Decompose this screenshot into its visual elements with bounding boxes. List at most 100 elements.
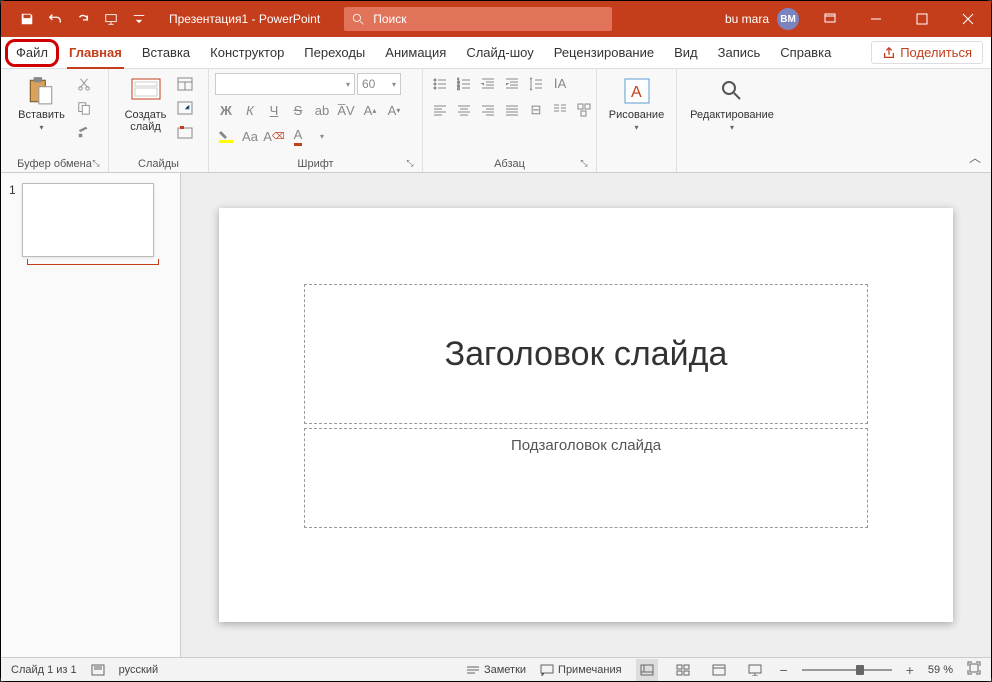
tab-file[interactable]: Файл <box>5 39 59 67</box>
window-title: Презентация1 - PowerPoint <box>169 12 320 26</box>
tab-slideshow[interactable]: Слайд-шоу <box>456 37 543 69</box>
paste-icon <box>25 75 57 107</box>
new-slide-button[interactable]: Создать слайд <box>121 73 171 135</box>
group-font: ▾ 60▾ Ж К Ч S ab A̅V A▴ A▾ Aa A⌫ A ▾ Шри… <box>209 69 423 172</box>
bold-button[interactable]: Ж <box>215 99 237 121</box>
bullets-button[interactable] <box>429 73 451 95</box>
clipboard-launcher[interactable]: ⤡ <box>90 158 102 170</box>
tab-design[interactable]: Конструктор <box>200 37 294 69</box>
subtitle-placeholder[interactable]: Подзаголовок слайда <box>304 428 868 528</box>
zoom-slider[interactable] <box>802 669 892 671</box>
group-paragraph: 123 ⅠA ⊟ Абзац⤡ <box>423 69 597 172</box>
italic-button[interactable]: К <box>239 99 261 121</box>
title-placeholder[interactable]: Заголовок слайда <box>304 284 868 424</box>
strikethrough-button[interactable]: S <box>287 99 309 121</box>
align-center-button[interactable] <box>453 99 475 121</box>
clear-format-button[interactable]: A⌫ <box>263 125 285 147</box>
slide-canvas-area: Заголовок слайда Подзаголовок слайда <box>181 173 991 657</box>
align-justify-button[interactable] <box>501 99 523 121</box>
zoom-in-button[interactable]: + <box>906 662 914 678</box>
slide-indicator[interactable]: Слайд 1 из 1 <box>11 664 77 676</box>
minimize-button[interactable] <box>853 1 899 37</box>
underline-button[interactable]: Ч <box>263 99 285 121</box>
comments-icon <box>540 664 554 676</box>
maximize-button[interactable] <box>899 1 945 37</box>
cut-button[interactable] <box>73 73 95 95</box>
ribbon-tabs: Файл Главная Вставка Конструктор Переход… <box>1 37 991 69</box>
ribbon-options-button[interactable] <box>807 1 853 37</box>
align-left-button[interactable] <box>429 99 451 121</box>
thumbnail-selection-mark <box>27 261 159 265</box>
drawing-button[interactable]: A Рисование ▾ <box>605 73 668 134</box>
group-clipboard: Вставить ▾ Буфер обмена⤡ <box>1 69 109 172</box>
ribbon: Вставить ▾ Буфер обмена⤡ Создать слайд С… <box>1 69 991 173</box>
paragraph-launcher[interactable]: ⤡ <box>578 158 590 170</box>
slide-thumbnail[interactable] <box>22 183 154 257</box>
user-name: bu mara <box>725 12 769 26</box>
tab-transitions[interactable]: Переходы <box>294 37 375 69</box>
notes-button[interactable]: Заметки <box>466 664 526 676</box>
smartart-button[interactable] <box>573 99 595 121</box>
qat-customize-button[interactable] <box>127 7 151 31</box>
tab-home[interactable]: Главная <box>59 37 132 69</box>
fit-window-button[interactable] <box>967 661 981 678</box>
font-family-select[interactable]: ▾ <box>215 73 355 95</box>
sorter-view-button[interactable] <box>672 659 694 681</box>
editing-button[interactable]: Редактирование ▾ <box>686 73 778 134</box>
thumbnail-number: 1 <box>9 183 16 257</box>
zoom-out-button[interactable]: − <box>780 662 788 678</box>
language-indicator[interactable]: русский <box>119 664 158 676</box>
close-button[interactable] <box>945 1 991 37</box>
copy-button[interactable] <box>73 97 95 119</box>
indent-decrease-button[interactable] <box>477 73 499 95</box>
font-color-button[interactable]: A <box>287 125 309 147</box>
format-painter-button[interactable] <box>73 121 95 143</box>
align-right-button[interactable] <box>477 99 499 121</box>
redo-button[interactable] <box>71 7 95 31</box>
line-spacing-button[interactable] <box>525 73 547 95</box>
change-case-button[interactable]: Aa <box>239 125 261 147</box>
tab-review[interactable]: Рецензирование <box>544 37 664 69</box>
section-button[interactable] <box>174 121 196 143</box>
columns-button[interactable] <box>549 99 571 121</box>
paste-button[interactable]: Вставить ▾ <box>14 73 69 134</box>
normal-view-button[interactable] <box>636 659 658 681</box>
slideshow-view-button[interactable] <box>744 659 766 681</box>
search-input[interactable]: Поиск <box>344 7 612 31</box>
user-account[interactable]: bu mara BM <box>725 8 799 30</box>
zoom-level[interactable]: 59 % <box>928 664 953 676</box>
collapse-ribbon-button[interactable]: ︿ <box>969 149 981 166</box>
text-direction-button[interactable]: ⅠA <box>549 73 571 95</box>
workspace: 1 Заголовок слайда Подзаголовок слайда <box>1 173 991 657</box>
font-launcher[interactable]: ⤡ <box>404 158 416 170</box>
svg-text:A: A <box>631 84 642 101</box>
quick-access-toolbar <box>1 7 151 31</box>
numbering-button[interactable]: 123 <box>453 73 475 95</box>
spell-check-button[interactable] <box>91 663 105 677</box>
save-button[interactable] <box>15 7 39 31</box>
undo-button[interactable] <box>43 7 67 31</box>
spacing-button[interactable]: A̅V <box>335 99 357 121</box>
tab-animations[interactable]: Анимация <box>375 37 456 69</box>
slide[interactable]: Заголовок слайда Подзаголовок слайда <box>219 208 953 622</box>
reading-view-button[interactable] <box>708 659 730 681</box>
font-size-select[interactable]: 60▾ <box>357 73 401 95</box>
align-vertical-button[interactable]: ⊟ <box>525 99 547 121</box>
tab-help[interactable]: Справка <box>770 37 841 69</box>
tab-view[interactable]: Вид <box>664 37 708 69</box>
share-button[interactable]: Поделиться <box>871 41 983 64</box>
tab-insert[interactable]: Вставка <box>132 37 200 69</box>
search-icon <box>352 13 365 26</box>
reset-button[interactable] <box>174 97 196 119</box>
tab-record[interactable]: Запись <box>708 37 771 69</box>
indent-increase-button[interactable] <box>501 73 523 95</box>
font-color-more[interactable]: ▾ <box>311 125 333 147</box>
highlight-button[interactable] <box>215 125 237 147</box>
increase-font-button[interactable]: A▴ <box>359 99 381 121</box>
layout-button[interactable] <box>174 73 196 95</box>
shadow-button[interactable]: ab <box>311 99 333 121</box>
slideshow-button[interactable] <box>99 7 123 31</box>
comments-button[interactable]: Примечания <box>540 664 622 676</box>
decrease-font-button[interactable]: A▾ <box>383 99 405 121</box>
user-avatar: BM <box>777 8 799 30</box>
